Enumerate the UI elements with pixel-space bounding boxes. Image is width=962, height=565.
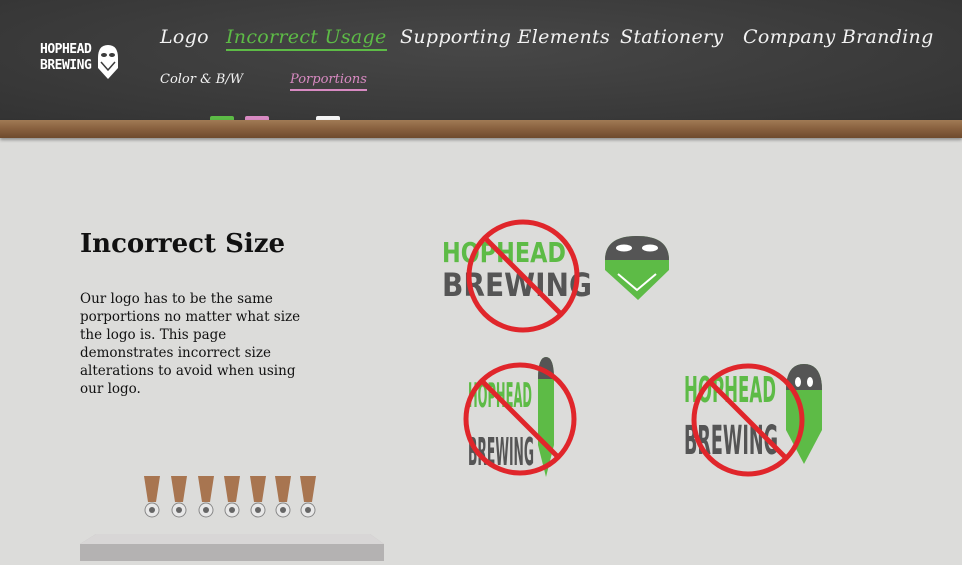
logo-illustration: HOPHEAD BREWING [463, 357, 577, 477]
chalkboard-header: HOPHEAD BREWING Logo Incorrect Usage Sup… [0, 0, 962, 123]
nav-item-supporting-elements[interactable]: Supporting Elements [400, 26, 610, 48]
brand-logo-text: HOPHEAD BREWING [40, 42, 92, 73]
nav-item-logo[interactable]: Logo [160, 26, 209, 48]
incorrect-logo-stretched: HOPHEAD BREWING [440, 218, 675, 336]
ghost-hop-icon [98, 45, 118, 79]
brand-logo[interactable]: HOPHEAD BREWING [40, 42, 122, 84]
nav-item-company-branding[interactable]: Company Branding [743, 26, 934, 48]
nav-item-incorrect-usage[interactable]: Incorrect Usage [226, 26, 387, 51]
page-title: Incorrect Size [80, 229, 286, 260]
subnav-item-porportions[interactable]: Porportions [290, 72, 367, 91]
chalk-ledge [0, 120, 962, 138]
ghost-hop-icon [605, 236, 669, 300]
incorrect-logo-tall: HOPHEAD BREWING [682, 360, 827, 478]
subnav-item-color-bw[interactable]: Color & B/W [160, 72, 243, 87]
incorrect-logo-squeezed: HOPHEAD BREWING [462, 355, 582, 479]
beer-tap-illustration [80, 472, 384, 565]
nav-item-stationery[interactable]: Stationery [620, 26, 723, 48]
logo-illustration: HOPHEAD BREWING [684, 363, 822, 477]
logo-line1: HOPHEAD [442, 236, 566, 269]
page-description: Our logo has to be the same porportions … [80, 290, 301, 397]
logo-illustration: HOPHEAD BREWING [442, 219, 669, 333]
